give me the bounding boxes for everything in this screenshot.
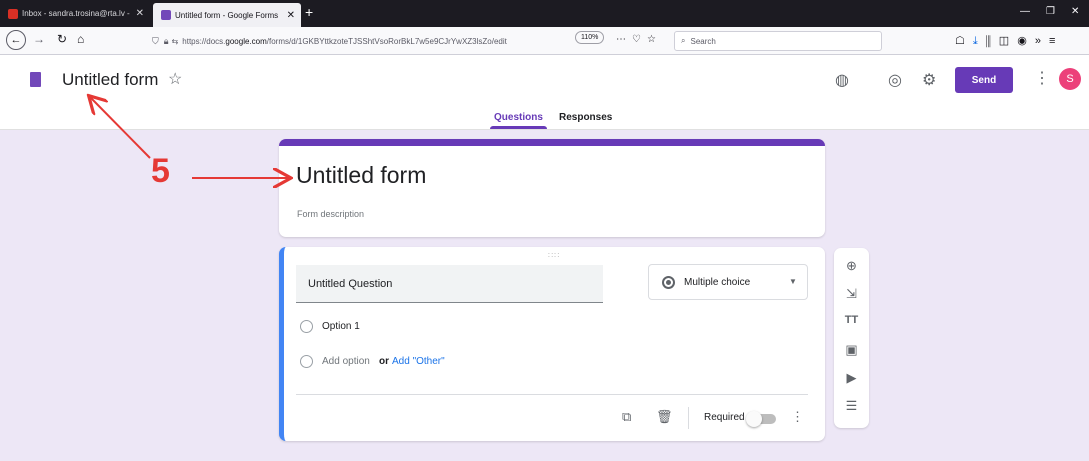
arrow-to-doc-title	[90, 97, 151, 159]
annotation-arrows	[0, 0, 1089, 461]
